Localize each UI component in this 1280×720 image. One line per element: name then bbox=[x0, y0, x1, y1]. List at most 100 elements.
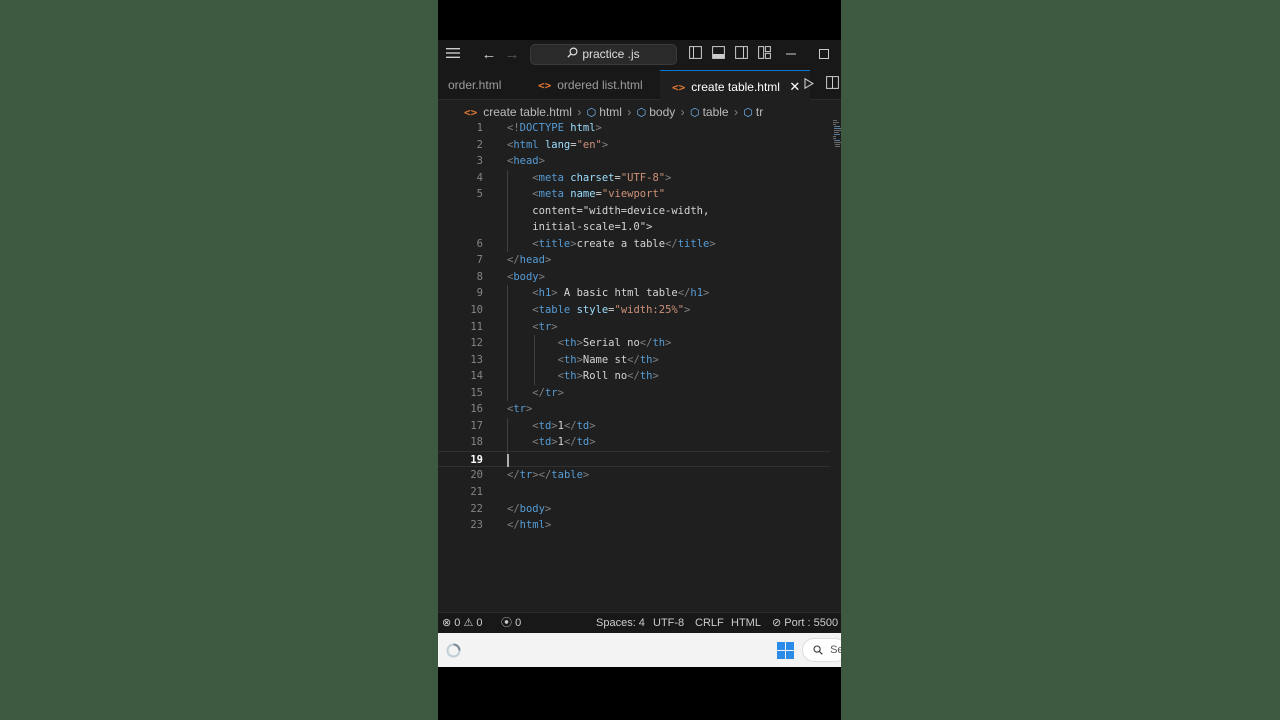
toggle-secondary-sidebar-icon[interactable] bbox=[733, 46, 749, 64]
chevron-right-icon: › bbox=[577, 105, 582, 119]
taskbar-search[interactable]: Se bbox=[802, 638, 841, 662]
code-line[interactable]: 21 bbox=[438, 484, 830, 501]
code-line[interactable]: 10 <table style="width:25%"> bbox=[438, 302, 830, 319]
toggle-panel-icon[interactable] bbox=[710, 46, 726, 64]
language-mode[interactable]: HTML bbox=[731, 613, 761, 634]
code-text: <body> bbox=[507, 270, 545, 283]
line-number: 10 bbox=[470, 304, 483, 317]
tab-order-html[interactable]: order.html bbox=[448, 70, 501, 100]
code-line[interactable]: 15 </tr> bbox=[438, 384, 830, 402]
code-text: <tr> bbox=[532, 320, 558, 333]
eol-setting[interactable]: CRLF bbox=[695, 613, 724, 634]
tab-create-table-html[interactable]: <> create table.html ✕ bbox=[660, 70, 811, 100]
code-line[interactable]: 12 <th>Serial no</th> bbox=[438, 335, 830, 352]
breadcrumb-item[interactable]: html bbox=[599, 105, 622, 119]
code-text: <th>Roll no</th> bbox=[557, 370, 659, 383]
code-text: <title>create a table</title> bbox=[532, 237, 716, 250]
tab-ordered-list-html[interactable]: <> ordered list.html bbox=[538, 70, 643, 100]
encoding-setting[interactable]: UTF-8 bbox=[653, 613, 684, 634]
code-line[interactable]: 2 <html lang="en"> bbox=[438, 137, 830, 154]
element-icon: ⬡ bbox=[586, 107, 597, 119]
code-line[interactable]: 23 </html> bbox=[438, 517, 830, 534]
code-text: <html lang="en"> bbox=[507, 138, 609, 151]
code-line[interactable]: 5 <meta name="viewport" bbox=[438, 186, 830, 203]
code-line[interactable]: 11 <tr> bbox=[438, 318, 830, 336]
code-line[interactable]: 17 <td>1</td> bbox=[438, 417, 830, 435]
chevron-right-icon: › bbox=[733, 105, 738, 119]
breadcrumb-item[interactable]: create table.html bbox=[483, 105, 572, 119]
code-line[interactable]: 20 </tr></table> bbox=[438, 467, 830, 484]
menu-icon[interactable] bbox=[444, 46, 462, 64]
line-number: 18 bbox=[470, 436, 483, 449]
code-text: </body> bbox=[507, 502, 552, 515]
breadcrumb-item[interactable]: table bbox=[703, 105, 729, 119]
html-icon: <> bbox=[538, 79, 552, 92]
code-lines[interactable]: 1 <!DOCTYPE html> 2 <html lang="en"> 3 <head>… bbox=[438, 120, 830, 534]
breadcrumb: <> create table.html › ⬡ html › ⬡ body › ⬡ t… bbox=[464, 103, 763, 121]
code-line[interactable]: 19 bbox=[438, 450, 830, 468]
code-text: <head> bbox=[507, 155, 545, 168]
code-line[interactable]: 18 <td>1</td> bbox=[438, 434, 830, 451]
line-number: 15 bbox=[470, 386, 483, 399]
code-line[interactable]: 8 <body> bbox=[438, 269, 830, 286]
chevron-right-icon: › bbox=[627, 105, 632, 119]
broadcast-icon: ⦿ bbox=[501, 617, 512, 629]
line-number: 20 bbox=[470, 469, 483, 482]
indentation-setting[interactable]: Spaces: 4 bbox=[596, 613, 645, 634]
code-line[interactable]: 13 <th>Name st</th> bbox=[438, 351, 830, 369]
line-number: 3 bbox=[476, 155, 483, 168]
text-cursor bbox=[507, 453, 509, 467]
line-number: 17 bbox=[470, 419, 483, 432]
code-line[interactable]: 4 <meta charset="UTF-8"> bbox=[438, 169, 830, 187]
split-editor-icon[interactable] bbox=[826, 70, 839, 100]
code-line[interactable]: 1 <!DOCTYPE html> bbox=[438, 120, 830, 137]
customize-layout-icon[interactable] bbox=[756, 46, 772, 64]
code-line[interactable]: 9 <h1> A basic html table</h1> bbox=[438, 285, 830, 303]
code-line[interactable]: 6 <title>create a table</title> bbox=[438, 235, 830, 253]
line-number: 6 bbox=[476, 237, 483, 250]
line-number: 19 bbox=[470, 453, 483, 466]
code-line[interactable]: 7 </head> bbox=[438, 252, 830, 269]
line-number: 14 bbox=[470, 370, 483, 383]
code-line[interactable]: 3 <head> bbox=[438, 153, 830, 170]
code-text: </head> bbox=[507, 254, 552, 267]
element-icon: ⬡ bbox=[743, 107, 753, 119]
run-icon[interactable] bbox=[804, 70, 815, 100]
breadcrumb-item[interactable]: tr bbox=[756, 105, 763, 119]
windows-start-icon[interactable] bbox=[777, 642, 794, 664]
code-editor[interactable]: <> create table.html › ⬡ html › ⬡ body › ⬡ t… bbox=[438, 100, 841, 612]
error-count: 0 bbox=[454, 617, 461, 629]
toggle-sidebar-icon[interactable] bbox=[687, 46, 703, 64]
maximize-icon[interactable] bbox=[817, 46, 831, 64]
forward-arrow-icon[interactable]: → bbox=[503, 46, 521, 64]
code-text: <td>1</td> bbox=[532, 419, 596, 432]
problems-indicator[interactable]: ⊗ 0 ⚠ 0 bbox=[442, 613, 483, 634]
code-line[interactable]: 22 </body> bbox=[438, 501, 830, 518]
minimize-icon[interactable] bbox=[784, 46, 798, 64]
close-icon[interactable]: ✕ bbox=[789, 79, 800, 94]
live-server-port[interactable]: ⊘ Port : 5500 bbox=[772, 613, 838, 634]
element-icon: ⬡ bbox=[636, 107, 647, 119]
title-bar: ← → practice .js bbox=[438, 40, 841, 70]
code-text: <h1> A basic html table</h1> bbox=[532, 287, 710, 300]
line-number: 9 bbox=[476, 287, 483, 300]
status-bar: ⊗ 0 ⚠ 0 ⦿ 0 Spaces: 4 UTF-8 CRLF HTML ⊘ … bbox=[438, 612, 841, 633]
editor-tabs: order.html <> ordered list.html <> create … bbox=[438, 70, 841, 100]
loading-icon bbox=[446, 643, 461, 663]
breadcrumb-item[interactable]: body bbox=[649, 105, 675, 119]
code-line[interactable]: 14 <th>Roll no</th> bbox=[438, 368, 830, 385]
back-arrow-icon[interactable]: ← bbox=[480, 46, 498, 64]
minimap[interactable] bbox=[832, 120, 841, 150]
command-search-input[interactable]: practice .js bbox=[530, 44, 677, 65]
line-number: 11 bbox=[470, 320, 483, 333]
search-icon bbox=[567, 45, 578, 64]
phone-screen: ← → practice .js order.html <> ordered l… bbox=[438, 0, 841, 720]
line-number: 16 bbox=[470, 403, 483, 416]
ports-indicator[interactable]: ⦿ 0 bbox=[501, 613, 521, 634]
code-line[interactable]: initial-scale=1.0"> bbox=[438, 219, 830, 236]
line-number: 4 bbox=[476, 171, 483, 184]
code-line[interactable]: content="width=device-width, bbox=[438, 202, 830, 220]
code-text: </tr></table> bbox=[507, 469, 590, 482]
code-line[interactable]: 16 <tr> bbox=[438, 401, 830, 418]
warning-icon: ⚠ bbox=[463, 617, 474, 629]
